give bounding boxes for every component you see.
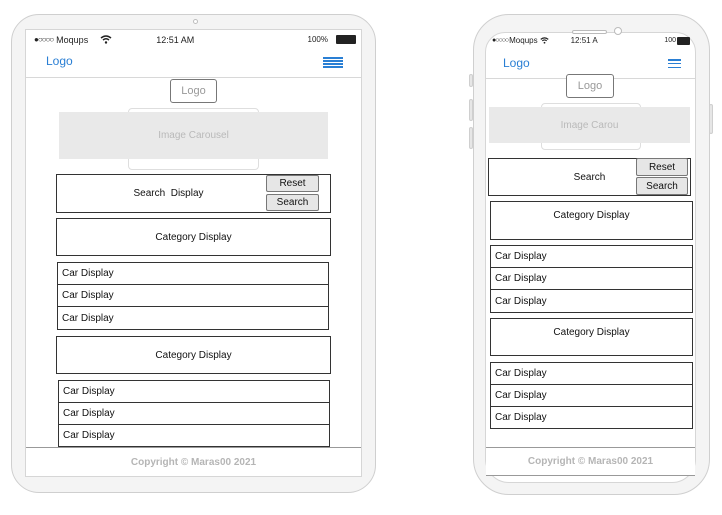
- tablet-car-display-row[interactable]: Car Display: [57, 284, 329, 307]
- tablet-category-display[interactable]: Category Display: [56, 218, 331, 256]
- phone-signal-icon: ●○○○○: [492, 37, 509, 44]
- phone-car-display-row[interactable]: Car Display: [490, 289, 693, 313]
- phone-copyright: Copyright © Maras00 2021: [527, 456, 654, 467]
- tablet-battery-percent: 100%: [307, 35, 328, 44]
- phone-camera-icon: [614, 27, 622, 35]
- phone-status-bar: ●○○○○ Moqups 12:51 A 100: [492, 35, 690, 46]
- tablet-camera-icon: [193, 19, 198, 24]
- wifi-icon: [100, 35, 112, 44]
- hamburger-menu-icon[interactable]: [323, 57, 343, 68]
- tablet-signal-icon: ●○○○○: [34, 35, 54, 44]
- tablet-copyright: Copyright © Maras00 2021: [130, 456, 257, 468]
- phone-logo-box: Logo: [566, 74, 614, 98]
- tablet-logo-link[interactable]: Logo: [46, 54, 73, 68]
- tablet-status-bar: ●○○○○ Moqups 12:51 AM 100%: [34, 33, 356, 46]
- speaker-icon: [572, 30, 607, 34]
- phone-reset-button[interactable]: Reset: [636, 158, 688, 176]
- phone-image-carousel[interactable]: Image Carou: [489, 107, 690, 143]
- tablet-search-button[interactable]: Search: [266, 194, 319, 211]
- tablet-car-display-row[interactable]: Car Display: [58, 424, 330, 447]
- tablet-category-display[interactable]: Category Display: [56, 336, 331, 374]
- tablet-carrier: Moqups: [56, 34, 89, 45]
- phone-category-display[interactable]: Category Display: [490, 318, 693, 356]
- tablet-car-display-row[interactable]: Car Display: [58, 402, 330, 425]
- tablet-search-display-label: Search Display: [133, 188, 204, 199]
- tablet-reset-button[interactable]: Reset: [266, 175, 319, 192]
- phone-logo-link[interactable]: Logo: [503, 56, 530, 70]
- phone-car-display-row[interactable]: Car Display: [490, 245, 693, 268]
- phone-car-display-row[interactable]: Car Display: [490, 267, 693, 290]
- phone-search-button[interactable]: Search: [636, 177, 688, 195]
- tablet-car-display-row[interactable]: Car Display: [58, 380, 330, 403]
- tablet-car-display-row[interactable]: Car Display: [57, 306, 329, 330]
- phone-carrier: Moqups: [509, 36, 538, 45]
- tablet-image-carousel[interactable]: Image Carousel: [59, 112, 328, 159]
- phone-car-display-row[interactable]: Car Display: [490, 384, 693, 407]
- phone-clock: 12:51 A: [570, 36, 598, 45]
- tablet-header-divider: [26, 77, 361, 78]
- phone-car-display-row[interactable]: Car Display: [490, 362, 693, 385]
- tablet-logo-box: Logo: [170, 79, 217, 103]
- phone-battery-percent: 100: [664, 37, 676, 44]
- phone-search-display-label: Search: [573, 171, 606, 183]
- tablet-clock: 12:51 AM: [156, 34, 195, 45]
- battery-icon: [336, 35, 356, 44]
- phone-category-display[interactable]: Category Display: [490, 201, 693, 240]
- phone-car-display-row[interactable]: Car Display: [490, 406, 693, 429]
- tablet-car-display-row[interactable]: Car Display: [57, 262, 329, 285]
- battery-icon: [677, 36, 690, 45]
- wifi-icon: [540, 37, 549, 44]
- hamburger-menu-icon[interactable]: [668, 59, 681, 68]
